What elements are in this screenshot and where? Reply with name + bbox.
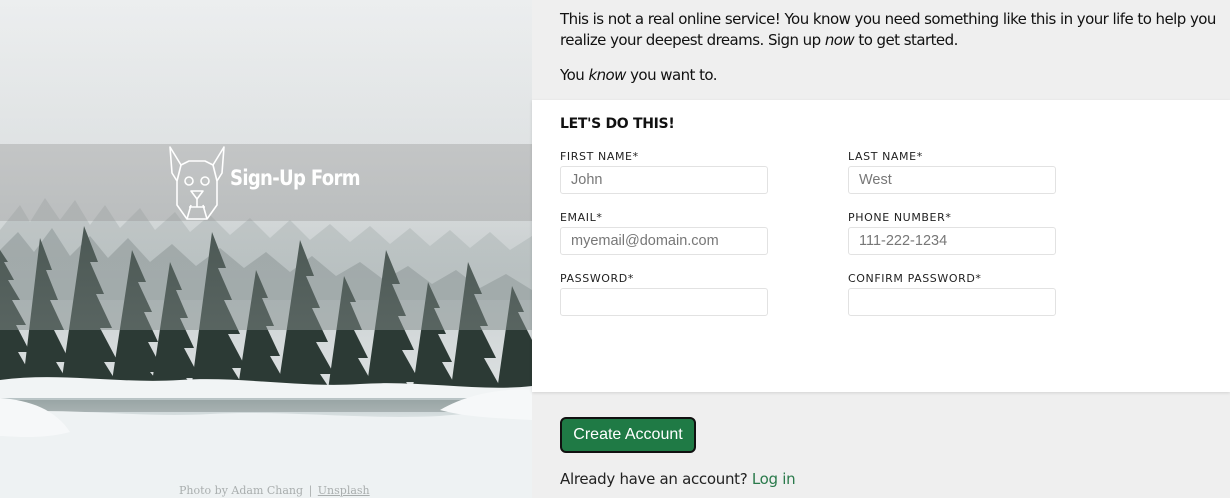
last-name-group: LAST NAME* (848, 150, 1056, 194)
hero-image: Sign-Up Form Photo by Adam Chang | Unspl… (0, 0, 532, 498)
photo-credit-text: Photo by Adam Chang (179, 484, 304, 497)
first-name-group: FIRST NAME* (560, 150, 768, 194)
first-name-input[interactable] (560, 166, 768, 194)
last-name-label: LAST NAME* (848, 150, 923, 163)
intro-text: This is not a real online service! You k… (560, 9, 1225, 86)
intro-paragraph-2: You know you want to. (560, 66, 718, 84)
intro-paragraph-1: This is not a real online service! You k… (560, 10, 1216, 49)
login-prompt: Already have an account? Log in (560, 470, 796, 488)
signup-form: LET'S DO THIS! FIRST NAME* LAST NAME* EM… (532, 100, 1230, 392)
email-input[interactable] (560, 227, 768, 255)
phone-input[interactable] (848, 227, 1056, 255)
create-account-button[interactable]: Create Account (560, 417, 696, 453)
first-name-label: FIRST NAME* (560, 150, 639, 163)
confirm-password-input[interactable] (848, 288, 1056, 316)
confirm-password-label: CONFIRM PASSWORD* (848, 272, 982, 285)
confirm-password-group: CONFIRM PASSWORD* (848, 272, 1056, 316)
email-label: EMAIL* (560, 211, 603, 224)
unsplash-link[interactable]: Unsplash (318, 484, 370, 497)
brand-title: Sign-Up Form (230, 166, 361, 190)
login-prompt-text: Already have an account? (560, 470, 748, 488)
password-label: PASSWORD* (560, 272, 634, 285)
forest-lake-photo (0, 0, 532, 498)
photo-credit: Photo by Adam Chang | Unsplash (179, 484, 370, 497)
form-heading: LET'S DO THIS! (560, 116, 675, 132)
last-name-input[interactable] (848, 166, 1056, 194)
phone-label: PHONE NUMBER* (848, 211, 952, 224)
email-group: EMAIL* (560, 211, 768, 255)
phone-group: PHONE NUMBER* (848, 211, 1056, 255)
dog-head-icon (169, 146, 225, 220)
password-input[interactable] (560, 288, 768, 316)
photo-credit-separator: | (308, 484, 313, 497)
login-link[interactable]: Log in (752, 470, 796, 488)
password-group: PASSWORD* (560, 272, 768, 316)
